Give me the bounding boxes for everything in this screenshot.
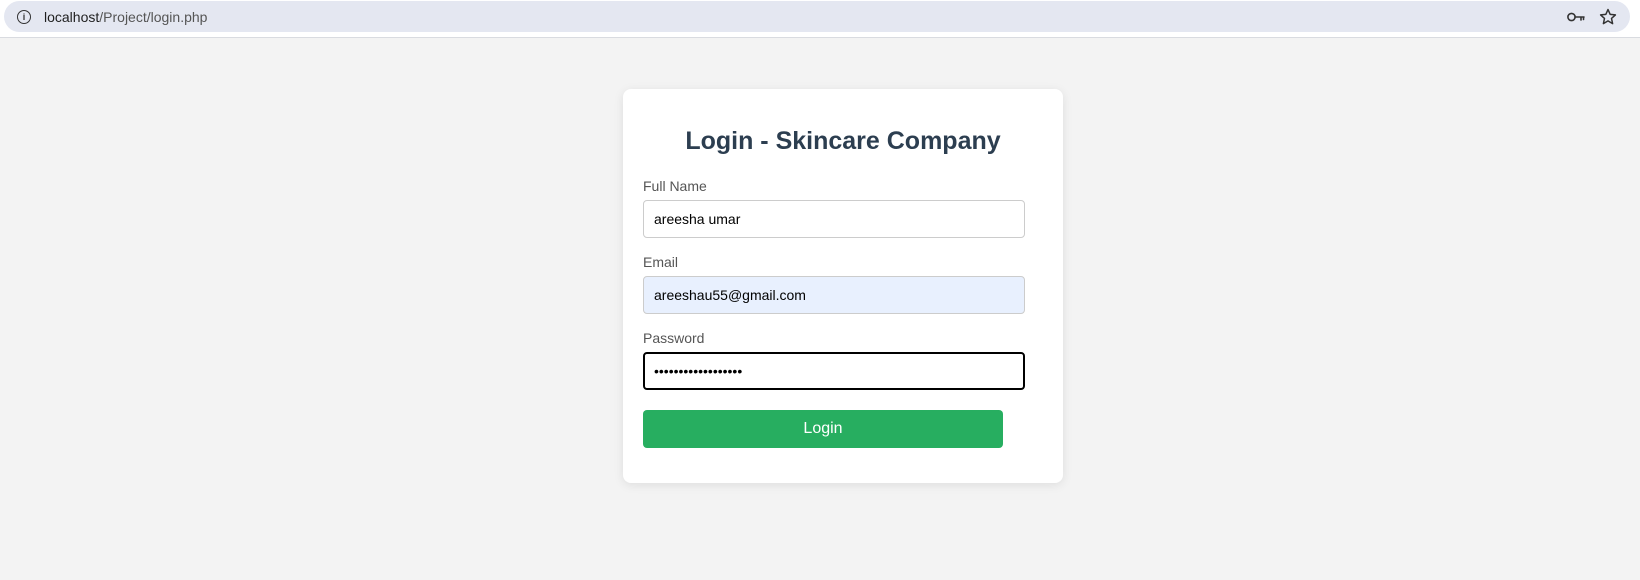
url-host: localhost: [44, 9, 100, 25]
password-key-icon[interactable]: [1566, 9, 1586, 25]
address-bar[interactable]: i localhost/Project/login.php: [4, 1, 1630, 32]
login-card: Login - Skincare Company Full Name Email…: [623, 89, 1063, 483]
password-label: Password: [643, 330, 705, 346]
bookmark-star-icon[interactable]: [1598, 7, 1618, 27]
login-button[interactable]: Login: [643, 410, 1003, 448]
browser-toolbar: i localhost/Project/login.php: [0, 0, 1640, 38]
email-input[interactable]: [643, 276, 1025, 314]
password-input[interactable]: [643, 352, 1025, 390]
email-label: Email: [643, 254, 679, 270]
full-name-label: Full Name: [643, 178, 707, 194]
url-path: /Project/login.php: [99, 9, 208, 25]
full-name-input[interactable]: [643, 200, 1025, 238]
info-icon[interactable]: i: [17, 10, 31, 24]
url-text[interactable]: localhost/Project/login.php: [44, 9, 207, 25]
page-title: Login - Skincare Company: [685, 127, 1001, 155]
